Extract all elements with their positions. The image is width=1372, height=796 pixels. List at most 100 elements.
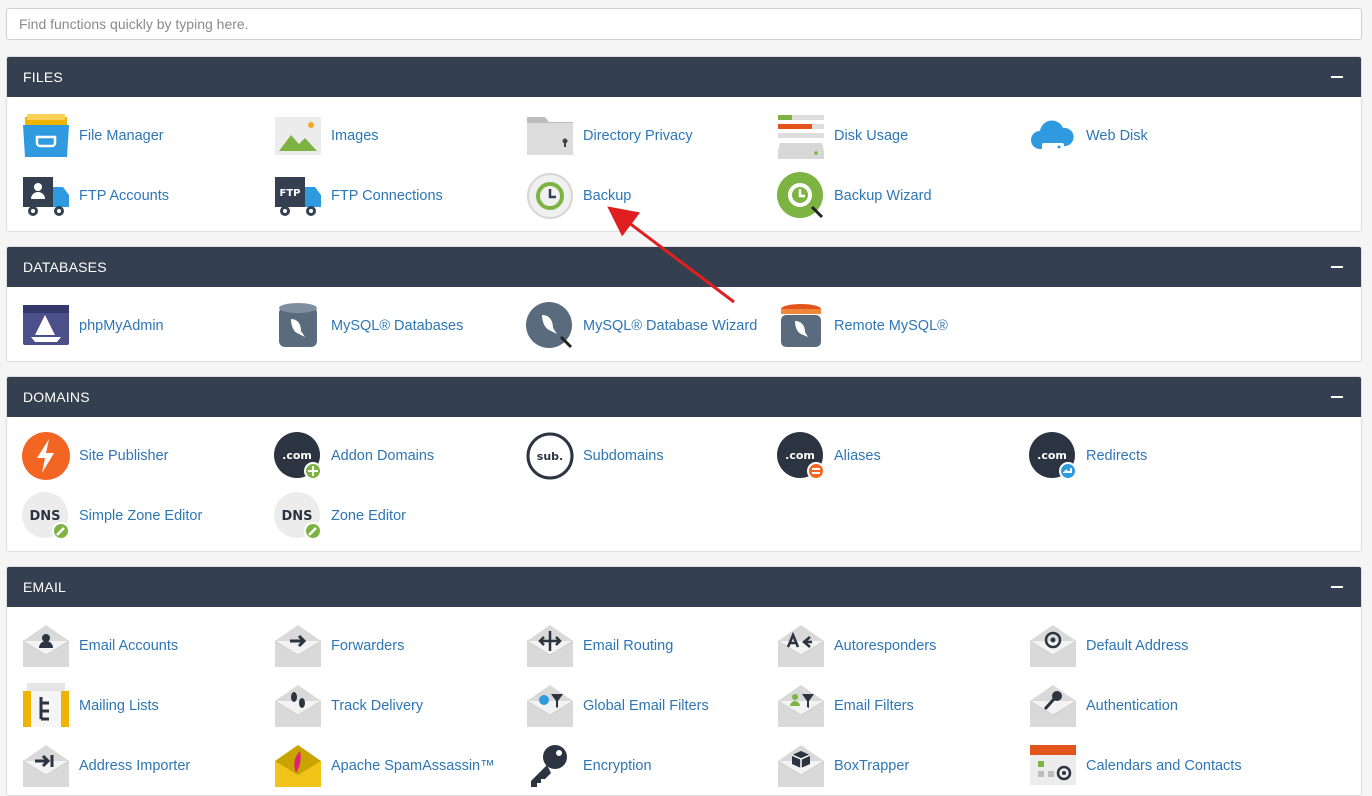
global-email-filters-icon (525, 681, 575, 731)
apache-spamassassin-label: Apache SpamAssassin™ (331, 758, 495, 774)
track-delivery-link[interactable]: Track Delivery (273, 681, 423, 731)
disk-usage-label: Disk Usage (834, 128, 909, 144)
images-icon (273, 111, 323, 161)
address-importer-link[interactable]: Address Importer (21, 741, 190, 791)
section-title: EMAIL (23, 579, 67, 595)
mailing-lists-link[interactable]: Mailing Lists (21, 681, 159, 731)
site-publisher-icon (21, 431, 71, 481)
forwarders-label: Forwarders (331, 638, 405, 654)
remote-mysql-icon (776, 301, 826, 351)
apache-spamassassin-link[interactable]: Apache SpamAssassin™ (273, 741, 495, 791)
default-address-icon (1028, 621, 1078, 671)
backup-link[interactable]: Backup (525, 171, 631, 221)
svg-text:FTP: FTP (280, 188, 301, 199)
encryption-link[interactable]: Encryption (525, 741, 652, 791)
calendars-contacts-label: Calendars and Contacts (1086, 758, 1242, 774)
section-title: DATABASES (23, 259, 107, 275)
svg-text:DNS: DNS (29, 509, 60, 524)
calendars-contacts-icon (1028, 741, 1078, 791)
collapse-icon[interactable] (1331, 76, 1343, 78)
mysql-wizard-link[interactable]: MySQL® Database Wizard (525, 301, 757, 351)
images-label: Images (331, 128, 379, 144)
mysql-wizard-icon (525, 301, 575, 351)
directory-privacy-link[interactable]: Directory Privacy (525, 111, 693, 161)
addon-domains-link[interactable]: .com Addon Domains (273, 431, 434, 481)
ftp-connections-label: FTP Connections (331, 188, 443, 204)
global-email-filters-link[interactable]: Global Email Filters (525, 681, 709, 731)
files-section: FILES File Manager Images Directory Priv… (6, 56, 1362, 232)
ftp-accounts-icon (21, 171, 71, 221)
mysql-wizard-label: MySQL® Database Wizard (583, 318, 758, 334)
encryption-icon (525, 741, 575, 791)
track-delivery-label: Track Delivery (331, 698, 424, 714)
email-routing-link[interactable]: Email Routing (525, 621, 673, 671)
backup-label: Backup (583, 188, 632, 204)
svg-text:.com: .com (282, 449, 312, 462)
address-importer-icon (21, 741, 71, 791)
global-email-filters-label: Global Email Filters (583, 698, 709, 714)
svg-text:.com: .com (1037, 449, 1067, 462)
search-input[interactable] (6, 8, 1362, 40)
domains-section-header[interactable]: DOMAINS (7, 377, 1361, 417)
subdomains-icon: sub. (525, 431, 575, 481)
phpmyadmin-icon (21, 301, 71, 351)
aliases-link[interactable]: .com Aliases (776, 431, 881, 481)
subdomains-label: Subdomains (583, 448, 664, 464)
web-disk-icon (1028, 111, 1078, 161)
encryption-label: Encryption (583, 758, 652, 774)
ftp-connections-link[interactable]: FTP FTP Connections (273, 171, 443, 221)
forwarders-link[interactable]: Forwarders (273, 621, 404, 671)
mailing-lists-label: Mailing Lists (79, 698, 159, 714)
web-disk-label: Web Disk (1086, 128, 1148, 144)
track-delivery-icon (273, 681, 323, 731)
simple-zone-editor-label: Simple Zone Editor (79, 508, 203, 524)
web-disk-link[interactable]: Web Disk (1028, 111, 1148, 161)
section-title: FILES (23, 69, 63, 85)
file-manager-label: File Manager (79, 128, 164, 144)
simple-zone-editor-link[interactable]: DNS Simple Zone Editor (21, 491, 202, 541)
forwarders-icon (273, 621, 323, 671)
directory-privacy-icon (525, 111, 575, 161)
email-section-header[interactable]: EMAIL (7, 567, 1361, 607)
addon-domains-icon: .com (273, 431, 323, 481)
simple-zone-editor-icon: DNS (21, 491, 71, 541)
collapse-icon[interactable] (1331, 396, 1343, 398)
authentication-label: Authentication (1086, 698, 1178, 714)
mysql-databases-link[interactable]: MySQL® Databases (273, 301, 463, 351)
ftp-accounts-link[interactable]: FTP Accounts (21, 171, 169, 221)
subdomains-link[interactable]: sub. Subdomains (525, 431, 664, 481)
autoresponders-label: Autoresponders (834, 638, 937, 654)
boxtrapper-icon (776, 741, 826, 791)
file-manager-link[interactable]: File Manager (21, 111, 164, 161)
files-section-header[interactable]: FILES (7, 57, 1361, 97)
email-filters-icon (776, 681, 826, 731)
backup-wizard-icon (776, 171, 826, 221)
remote-mysql-link[interactable]: Remote MySQL® (776, 301, 948, 351)
svg-text:DNS: DNS (281, 509, 312, 524)
phpmyadmin-link[interactable]: phpMyAdmin (21, 301, 164, 351)
boxtrapper-label: BoxTrapper (834, 758, 910, 774)
collapse-icon[interactable] (1331, 586, 1343, 588)
redirects-link[interactable]: .com Redirects (1028, 431, 1147, 481)
zone-editor-link[interactable]: DNS Zone Editor (273, 491, 406, 541)
default-address-link[interactable]: Default Address (1028, 621, 1188, 671)
collapse-icon[interactable] (1331, 266, 1343, 268)
site-publisher-link[interactable]: Site Publisher (21, 431, 168, 481)
email-filters-link[interactable]: Email Filters (776, 681, 914, 731)
authentication-icon (1028, 681, 1078, 731)
email-accounts-label: Email Accounts (79, 638, 179, 654)
email-section: EMAIL Email Accounts Forwarders Email Ro… (6, 566, 1362, 796)
boxtrapper-link[interactable]: BoxTrapper (776, 741, 909, 791)
autoresponders-link[interactable]: Autoresponders (776, 621, 936, 671)
email-accounts-icon (21, 621, 71, 671)
authentication-link[interactable]: Authentication (1028, 681, 1178, 731)
backup-wizard-link[interactable]: Backup Wizard (776, 171, 932, 221)
email-accounts-link[interactable]: Email Accounts (21, 621, 178, 671)
images-link[interactable]: Images (273, 111, 379, 161)
email-routing-label: Email Routing (583, 638, 674, 654)
disk-usage-link[interactable]: Disk Usage (776, 111, 908, 161)
calendars-contacts-link[interactable]: Calendars and Contacts (1028, 741, 1242, 791)
mailing-lists-icon (21, 681, 71, 731)
databases-section-header[interactable]: DATABASES (7, 247, 1361, 287)
site-publisher-label: Site Publisher (79, 448, 169, 464)
